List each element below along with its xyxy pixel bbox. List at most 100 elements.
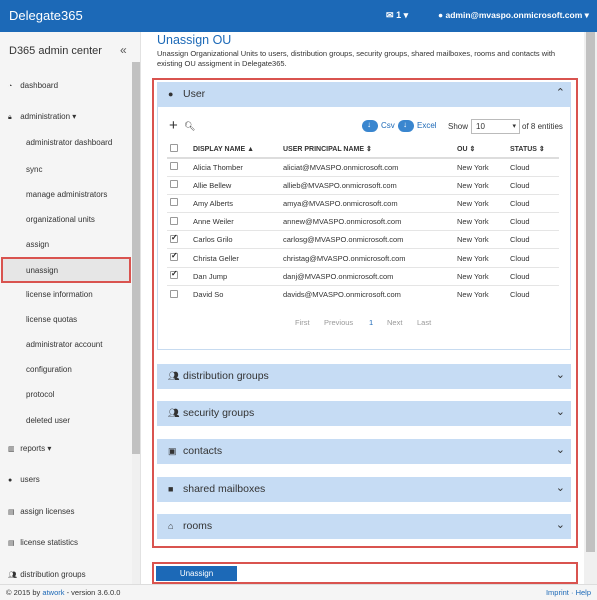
sidebar-item-manage-administrators[interactable]: manage administrators (26, 190, 107, 199)
brand-logo[interactable]: Delegate365 (9, 8, 83, 23)
sort-icon: ⇕ (469, 146, 476, 153)
notifications-menu[interactable]: ✉ 1 ▾ (386, 10, 408, 21)
sidebar-item-dashboard[interactable]: ◔ dashboard (8, 81, 58, 90)
sort-icon: ⇕ (365, 146, 372, 153)
column-user-principal-name[interactable]: USER PRINCIPAL NAME ⇕ (281, 141, 455, 159)
row-checkbox[interactable] (170, 233, 178, 243)
table-row[interactable]: Christa Gellerchristag@MVASPO.onmicrosof… (167, 248, 559, 268)
export-excel-button[interactable]: Excel (398, 120, 437, 132)
show-label: Show (448, 122, 469, 131)
row-checkbox[interactable] (170, 289, 178, 298)
cell-status: Cloud (508, 212, 559, 231)
chevron-up-icon: ⌃ (555, 87, 565, 99)
table-row[interactable]: Amy Alberts amya@MVASPO.onmicrosoft.com Ne… (167, 193, 559, 213)
search-icon[interactable]: 🔍︎ (184, 121, 195, 132)
row-checkbox[interactable] (170, 198, 178, 207)
select-all-checkbox[interactable] (170, 144, 178, 152)
help-link[interactable]: Help (576, 588, 591, 597)
table-row[interactable]: Allie Bellew allieb@MVASPO.onmicrosoft.co… (167, 175, 559, 195)
panel-contacts[interactable]: ▣ contacts ⌄ (157, 439, 571, 464)
footer-links: Imprint · Help (545, 588, 591, 597)
user-panel-header[interactable]: ● User ⌃ (157, 82, 571, 107)
table-row[interactable]: Carlos Grilocarlosg@MVASPO.onmicrosoft.c… (167, 230, 559, 249)
table-row[interactable]: Alicia Thomber aliciat@MVASPO.onmicrosoft… (167, 157, 559, 177)
user-icon: ● (8, 477, 13, 484)
pager-previous[interactable]: Previous (324, 318, 353, 327)
imprint-link[interactable]: Imprint (546, 588, 569, 597)
sidebar-item-protocol[interactable]: protocol (26, 390, 54, 399)
export-csv-button[interactable]: Csv (362, 120, 395, 132)
main-scrollbar-thumb[interactable] (586, 32, 595, 552)
page-description: Unassign Organizational Units to users, … (157, 49, 556, 68)
chevron-down-icon: ⌄ (555, 519, 565, 531)
cell-display-name: Amy Alberts (191, 193, 281, 213)
table-row[interactable]: Anne Weiler annew@MVASPO.onmicrosoft.com N… (167, 212, 559, 231)
sidebar-item-configuration[interactable]: configuration (26, 365, 72, 374)
mail-count: 1 (396, 10, 402, 20)
cell-ou: New York (455, 193, 508, 213)
row-checkbox[interactable] (170, 269, 178, 280)
sidebar-item-assign[interactable]: assign (26, 240, 49, 249)
cell-status: Cloud (508, 248, 559, 268)
sidebar-item-distribution-groups[interactable]: 👥︎ distribution groups (8, 570, 86, 579)
pager-next[interactable]: Next (387, 318, 402, 327)
column-display-name[interactable]: DISPLAY NAME ▲ (191, 141, 281, 159)
cell-ou: New York (455, 157, 508, 177)
panel-distribution-groups[interactable]: 👥︎ distribution groups ⌄ (157, 364, 571, 389)
row-checkbox[interactable] (170, 216, 178, 225)
cell-upn: aliciat@MVASPO.onmicrosoft.com (281, 157, 455, 177)
inbox-icon: ■ (168, 484, 174, 494)
footer: © 2015 by atwork - version 3.6.0.0 Impri… (0, 584, 597, 600)
sidebar-item-license-information[interactable]: license information (26, 290, 93, 299)
panel-rooms[interactable]: ⌂ rooms ⌄ (157, 514, 571, 539)
chevron-down-icon: ⌄ (555, 444, 565, 456)
cell-upn: carlosg@MVASPO.onmicrosoft.com (281, 230, 455, 249)
collapse-sidebar-button[interactable]: « (120, 43, 127, 57)
user-icon: ● (168, 89, 174, 99)
footer-copyright: © 2015 by atwork - version 3.6.0.0 (6, 588, 121, 597)
column-status[interactable]: STATUS ⇕ (508, 141, 559, 159)
pager-last[interactable]: Last (417, 318, 431, 327)
cloud-download-icon (362, 120, 378, 132)
sidebar-item-sync[interactable]: sync (26, 165, 42, 174)
sidebar-item-administrator-dashboard[interactable]: administrator dashboard (26, 138, 112, 147)
cell-status: Cloud (508, 193, 559, 213)
sidebar-item-administrator-account[interactable]: administrator account (26, 340, 102, 349)
company-link[interactable]: atwork (42, 588, 64, 597)
row-checkbox[interactable] (170, 180, 178, 189)
pager-first[interactable]: First (295, 318, 310, 327)
sidebar-item-assign-licenses[interactable]: ▤ assign licenses (8, 507, 74, 516)
chevron-down-icon: ⌄ (555, 482, 565, 494)
sidebar-item-unassign[interactable]: unassign (1, 257, 131, 283)
contact-card-icon: ▣ (168, 446, 177, 456)
cell-status: Cloud (508, 284, 559, 304)
sidebar-scrollbar-thumb[interactable] (132, 62, 140, 454)
unassign-button[interactable]: Unassign (156, 566, 237, 581)
sort-asc-icon: ▲ (247, 145, 255, 153)
pager-current[interactable]: 1 (369, 318, 373, 327)
caret-down-icon: ▾ (403, 10, 409, 20)
sort-icon: ⇕ (538, 146, 545, 153)
sidebar-item-license-quotas[interactable]: license quotas (26, 315, 77, 324)
users-icon: 👥︎ (168, 371, 180, 381)
panel-shared-mailboxes[interactable]: ■ shared mailboxes ⌄ (157, 477, 571, 502)
sidebar-item-administration[interactable]: 🔒︎ administration ▾ (8, 112, 76, 122)
chevron-down-icon: ⌄ (555, 369, 565, 381)
page-size-select[interactable]: 10 ▾ (471, 119, 520, 134)
table-row[interactable]: Dan Jumpdanj@MVASPO.onmicrosoft.comNew Y… (167, 266, 559, 286)
cell-ou: New York (455, 212, 508, 231)
sidebar-item-organizational-units[interactable]: organizational units (26, 215, 95, 224)
user-menu[interactable]: ● admin@mvaspo.onmicrosoft.com ▾ (438, 10, 589, 21)
column-ou[interactable]: OU ⇕ (455, 141, 508, 159)
panel-security-groups[interactable]: 👥︎ security groups ⌄ (157, 401, 571, 426)
home-icon: ⌂ (168, 521, 174, 531)
user-icon: ● (438, 10, 444, 20)
sidebar-item-reports[interactable]: ▥ reports ▾ (8, 444, 51, 453)
row-checkbox[interactable] (170, 162, 178, 171)
sidebar-item-users[interactable]: ● users (8, 475, 40, 484)
add-icon[interactable]: + (169, 117, 178, 134)
sidebar-item-license-statistics[interactable]: ▤ license statistics (8, 538, 78, 547)
table-row[interactable]: David So davids@MVASPO.onmicrosoft.com New… (167, 284, 559, 304)
row-checkbox[interactable] (170, 251, 178, 262)
sidebar-item-deleted-user[interactable]: deleted user (26, 416, 70, 425)
